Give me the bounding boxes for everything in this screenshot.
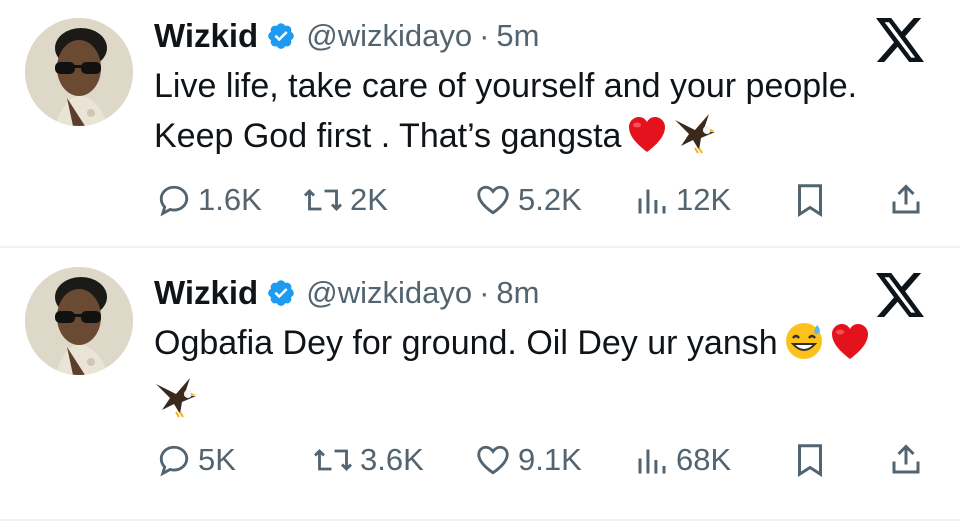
grinning-sweat-emoji-icon bbox=[784, 321, 824, 374]
divider bbox=[0, 519, 960, 521]
tweet-text-line: Live life, take care of yourself and you… bbox=[154, 67, 858, 105]
display-name[interactable]: Wizkid bbox=[154, 274, 258, 312]
tweet-header: Wizkid @wizkidayo · 8m bbox=[154, 273, 539, 313]
tweet-text-line: Keep God first . That’s gangsta bbox=[154, 117, 622, 155]
user-handle[interactable]: @wizkidayo bbox=[306, 275, 472, 311]
share-button[interactable] bbox=[888, 438, 930, 482]
tweet-text-line: Ogbafia Dey for ground. Oil Dey ur yansh bbox=[154, 324, 778, 362]
like-button[interactable]: 5.2K bbox=[474, 178, 582, 222]
share-icon bbox=[892, 444, 920, 474]
tweet-text-line-with-emoji: Keep God first . That’s gangsta bbox=[154, 110, 934, 167]
tweet-card[interactable]: Wizkid @wizkidayo · 8m Ogbafia Dey for g… bbox=[0, 249, 960, 519]
bookmark-icon bbox=[798, 444, 822, 477]
repost-count: 2K bbox=[350, 182, 388, 217]
avatar[interactable] bbox=[25, 267, 133, 375]
avatar[interactable] bbox=[25, 18, 133, 126]
red-heart-emoji-icon bbox=[830, 323, 870, 374]
verified-badge-icon bbox=[266, 278, 296, 308]
reply-icon bbox=[159, 445, 189, 477]
user-handle[interactable]: @wizkidayo bbox=[306, 18, 472, 54]
heart-icon bbox=[477, 445, 509, 475]
share-button[interactable] bbox=[888, 178, 930, 222]
like-button[interactable]: 9.1K bbox=[474, 438, 582, 482]
analytics-icon bbox=[638, 189, 666, 214]
reply-count: 5K bbox=[198, 442, 236, 477]
reply-button[interactable]: 1.6K bbox=[156, 178, 262, 222]
x-logo-icon bbox=[876, 18, 924, 62]
timestamp[interactable]: 5m bbox=[496, 18, 539, 54]
tweet-actions: 5K 3.6K 9.1K 68K bbox=[0, 438, 960, 482]
views-button[interactable]: 12K bbox=[634, 178, 731, 222]
separator-dot: · bbox=[479, 18, 490, 53]
divider bbox=[0, 246, 960, 248]
tweet-text: Live life, take care of yourself and you… bbox=[154, 62, 934, 167]
like-count: 5.2K bbox=[518, 182, 582, 217]
avatar-photo bbox=[25, 267, 133, 375]
separator-dot: · bbox=[479, 275, 490, 310]
reply-count: 1.6K bbox=[198, 182, 262, 217]
bookmark-button[interactable] bbox=[794, 178, 832, 222]
avatar-photo bbox=[25, 18, 133, 126]
repost-count: 3.6K bbox=[360, 442, 424, 477]
tweet-actions: 1.6K 2K 5.2K 12K bbox=[0, 178, 960, 222]
views-button[interactable]: 68K bbox=[634, 438, 731, 482]
tweet-header: Wizkid @wizkidayo · 5m bbox=[154, 16, 539, 56]
eagle-emoji-icon bbox=[154, 374, 198, 431]
red-heart-emoji-icon bbox=[627, 116, 667, 167]
tweet-text: Ogbafia Dey for ground. Oil Dey ur yansh bbox=[154, 319, 934, 431]
repost-icon bbox=[313, 448, 353, 472]
timestamp[interactable]: 8m bbox=[496, 275, 539, 311]
tweet-emoji-line bbox=[154, 374, 934, 431]
share-icon bbox=[892, 184, 920, 214]
repost-button[interactable]: 2K bbox=[302, 178, 388, 222]
verified-badge-icon bbox=[266, 21, 296, 51]
eagle-emoji-icon bbox=[673, 110, 717, 167]
tweet-card[interactable]: Wizkid @wizkidayo · 5m Live life, take c… bbox=[0, 0, 960, 247]
analytics-icon bbox=[638, 449, 666, 474]
bookmark-icon bbox=[798, 184, 822, 217]
x-logo-icon bbox=[876, 273, 924, 317]
repost-button[interactable]: 3.6K bbox=[312, 438, 424, 482]
heart-icon bbox=[477, 185, 509, 215]
tweet-text-line-with-emoji: Ogbafia Dey for ground. Oil Dey ur yansh bbox=[154, 319, 934, 374]
reply-icon bbox=[159, 185, 189, 217]
repost-icon bbox=[303, 188, 343, 212]
view-count: 68K bbox=[676, 442, 732, 477]
display-name[interactable]: Wizkid bbox=[154, 17, 258, 55]
bookmark-button[interactable] bbox=[794, 438, 832, 482]
view-count: 12K bbox=[676, 182, 732, 217]
reply-button[interactable]: 5K bbox=[156, 438, 236, 482]
like-count: 9.1K bbox=[518, 442, 582, 477]
